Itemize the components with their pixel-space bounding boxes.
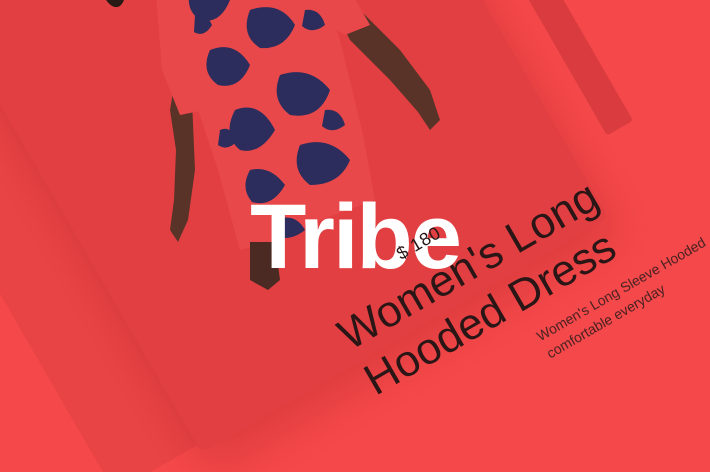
hero-banner: Tribe $ 180 Women's Long Hooded Dress Wo…: [0, 0, 710, 472]
hair-shape: [106, 0, 124, 8]
